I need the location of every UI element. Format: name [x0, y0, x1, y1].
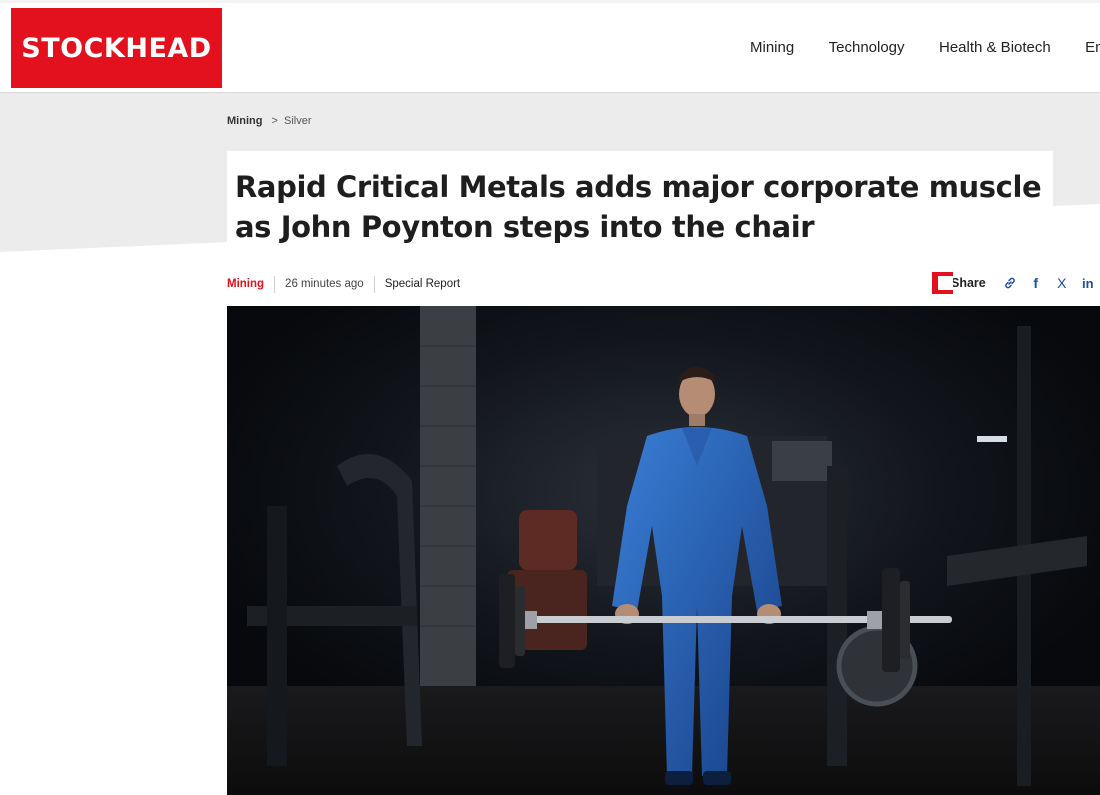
share-bar: Share f X in	[932, 271, 1098, 295]
nav-item-energy[interactable]: Ene	[1085, 39, 1100, 56]
businessman-barbell-gym-photo	[227, 306, 1100, 795]
x-icon[interactable]: X	[1052, 272, 1072, 294]
meta-time: 26 minutes ago	[285, 278, 364, 290]
meta-report-type: Special Report	[384, 278, 461, 290]
linkedin-icon[interactable]: in	[1078, 272, 1098, 294]
share-label: Share	[951, 276, 986, 290]
main-nav: Mining Technology Health & Biotech Ene	[750, 39, 1100, 57]
article-meta: Mining 26 minutes ago Special Report	[227, 274, 460, 294]
linkedin-glyph: in	[1081, 275, 1094, 291]
hero-image	[227, 306, 1100, 795]
x-glyph: X	[1057, 275, 1067, 291]
site-header: STOCKHEAD Mining Technology Health & Bio…	[0, 3, 1100, 93]
breadcrumb-separator: >	[271, 115, 278, 127]
logo-text: STOCKHEAD	[21, 32, 212, 64]
site-logo[interactable]: STOCKHEAD	[11, 8, 222, 88]
nav-item-mining[interactable]: Mining	[750, 39, 794, 56]
link-icon[interactable]	[1000, 272, 1020, 294]
facebook-glyph: f	[1033, 275, 1039, 291]
breadcrumb: Mining > Silver	[227, 115, 312, 127]
meta-divider	[274, 275, 276, 293]
article-title: Rapid Critical Metals adds major corpora…	[235, 170, 1042, 244]
breadcrumb-section[interactable]: Mining	[227, 115, 262, 127]
title-box: Rapid Critical Metals adds major corpora…	[227, 151, 1053, 245]
facebook-icon[interactable]: f	[1026, 272, 1046, 294]
breadcrumb-subsection[interactable]: Silver	[284, 115, 312, 127]
meta-divider	[373, 275, 375, 293]
share-accent-icon	[932, 272, 953, 294]
nav-item-technology[interactable]: Technology	[829, 39, 905, 56]
nav-item-health-biotech[interactable]: Health & Biotech	[939, 39, 1051, 56]
meta-category[interactable]: Mining	[227, 278, 264, 290]
